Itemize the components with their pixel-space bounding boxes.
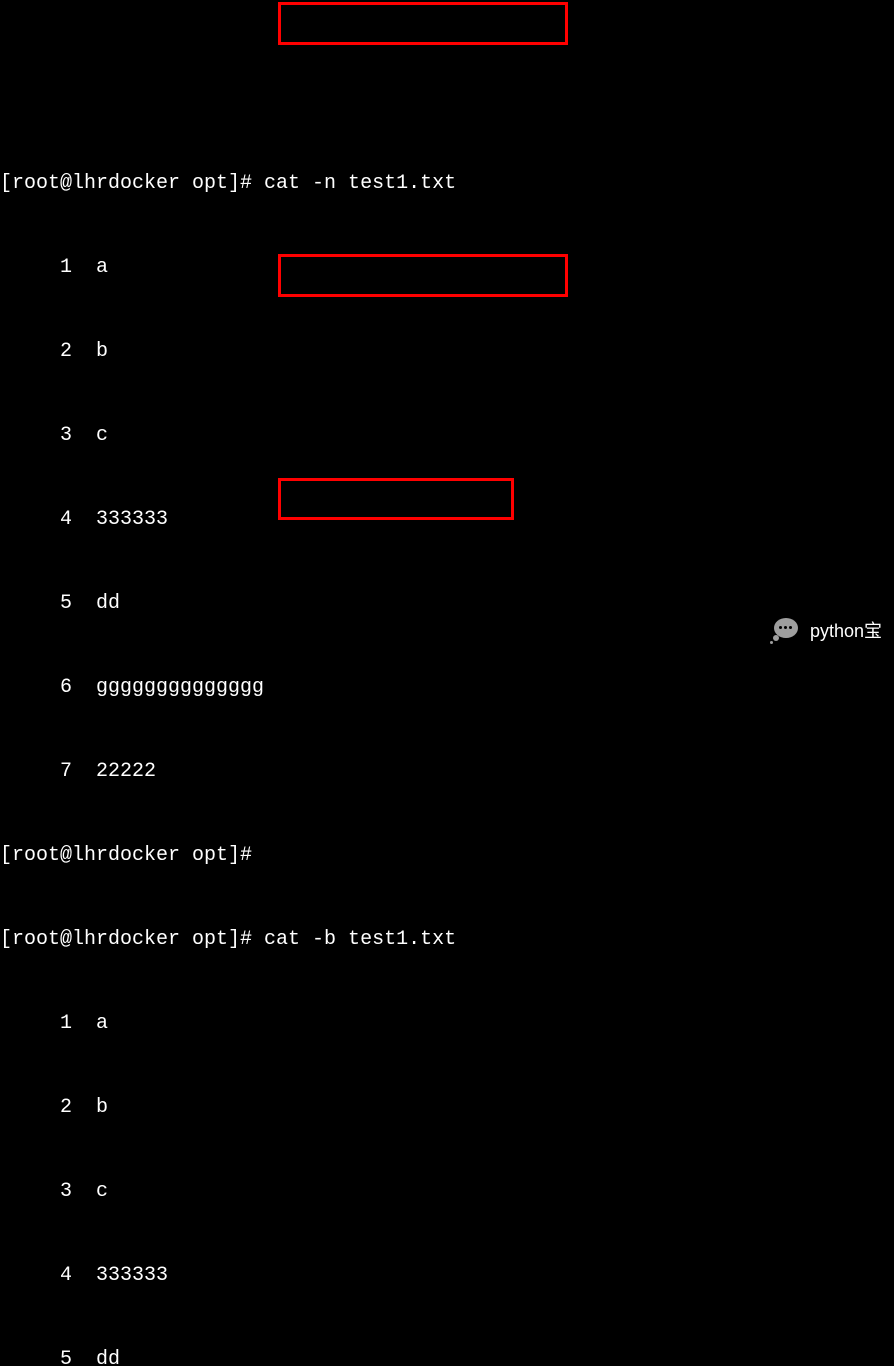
output-line: 6 gggggggggggggg xyxy=(0,674,894,702)
output-line: 3 c xyxy=(0,422,894,450)
output-line: 3 c xyxy=(0,1178,894,1206)
chat-bubble-icon xyxy=(770,618,802,644)
output-line: 7 22222 xyxy=(0,758,894,786)
output-line: 2 b xyxy=(0,338,894,366)
prompt-text: [root@lhrdocker opt]# xyxy=(0,928,264,951)
highlight-box-1 xyxy=(278,2,568,45)
command-text: cat -b test1.txt xyxy=(264,928,456,951)
output-line: 5 dd xyxy=(0,1346,894,1366)
terminal-output[interactable]: [root@lhrdocker opt]# cat -n test1.txt 1… xyxy=(0,2,894,1366)
watermark-text: python宝 xyxy=(810,617,882,645)
prompt-text: [root@lhrdocker opt]# xyxy=(0,844,264,867)
output-line: 2 b xyxy=(0,1094,894,1122)
output-line: 5 dd xyxy=(0,590,894,618)
command-text: cat -n test1.txt xyxy=(264,172,456,195)
output-line: 1 a xyxy=(0,1010,894,1038)
output-line: 4 333333 xyxy=(0,506,894,534)
output-line: 1 a xyxy=(0,254,894,282)
prompt-text: [root@lhrdocker opt]# xyxy=(0,172,264,195)
watermark: python宝 xyxy=(770,617,882,645)
output-line: 4 333333 xyxy=(0,1262,894,1290)
